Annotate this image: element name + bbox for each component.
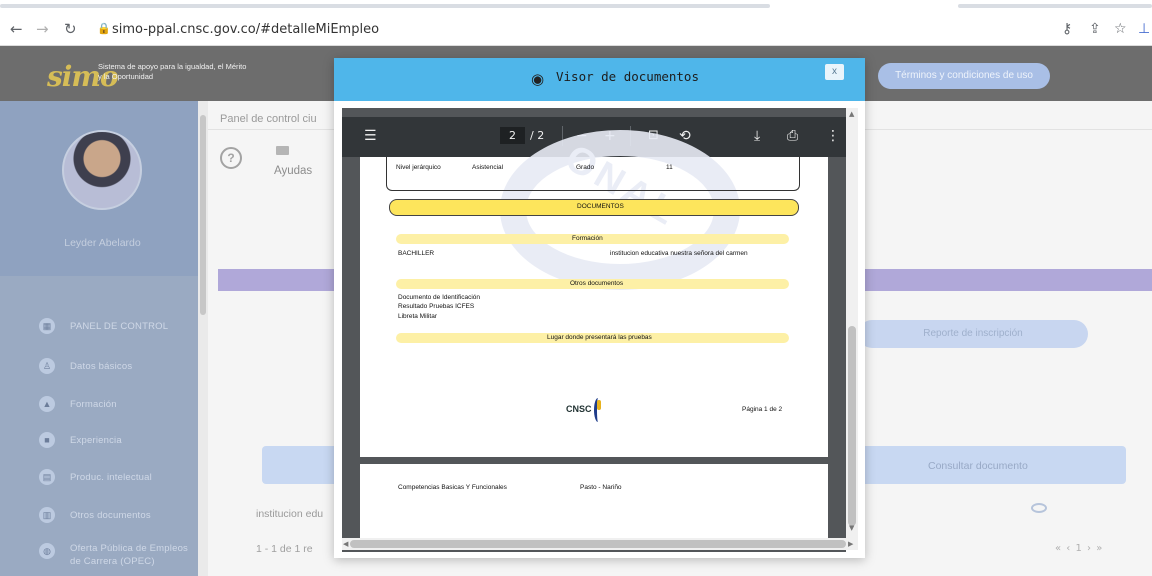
scroll-right-icon[interactable]: ▶ (848, 540, 853, 548)
logo-tagline: Sistema de apoyo para la igualdad, el Mé… (98, 62, 247, 81)
page-total: / 2 (530, 129, 545, 142)
print-icon[interactable]: ⎙ (787, 127, 798, 145)
share-icon[interactable]: ⇪ (1089, 21, 1101, 37)
graduation-icon: ▲ (39, 396, 55, 412)
star-icon[interactable]: ☆ (1114, 21, 1127, 37)
otros-item: Resultado Pruebas ICFES (398, 303, 475, 310)
sidebar-item-label: Datos básicos (70, 361, 133, 372)
close-button[interactable]: x (825, 64, 844, 80)
sidebar-item-label: Otros documentos (70, 510, 151, 521)
formacion-item: BACHILLER (398, 250, 435, 257)
sidebar-item-datos[interactable]: ♙ Datos básicos (0, 353, 202, 381)
sidebar-scrollbar[interactable] (198, 101, 208, 576)
sidebar-item-label: Experiencia (70, 435, 122, 446)
sidebar-item-label: Produc. intelectual (70, 472, 152, 483)
video-icon[interactable] (276, 146, 289, 155)
paging-summary: 1 - 1 de 1 re (256, 543, 313, 555)
cnsc-logo-mark-accent (597, 400, 601, 410)
back-icon[interactable]: ← (10, 20, 23, 38)
scroll-left-icon[interactable]: ◀ (343, 540, 348, 548)
consult-document-header: Consultar documento (928, 460, 1028, 472)
address-bar[interactable]: simo-ppal.cnsc.gov.co/#detalleMiEmpleo (112, 22, 379, 37)
key-icon[interactable]: ⚷ (1062, 21, 1072, 37)
pdf-page (360, 464, 828, 544)
otros-item: Libreta Militar (398, 313, 438, 320)
eye-icon[interactable] (1031, 503, 1047, 513)
page-number-input[interactable]: 2 (500, 127, 525, 144)
report-button[interactable]: Reporte de inscripción (858, 320, 1088, 348)
help-icon[interactable]: ? (220, 147, 242, 169)
avatar[interactable] (62, 130, 142, 210)
grade-box (386, 157, 800, 191)
formacion-institution: institucion educativa nuestra señora del… (610, 250, 748, 257)
lugar-header: Lugar donde presentará las pruebas (547, 334, 652, 341)
sidebar-item-formacion[interactable]: ▲ Formación (0, 391, 202, 419)
modal-title: Visor de documentos (556, 69, 699, 84)
extension-icon[interactable]: ⊥ (1138, 21, 1150, 37)
lugar-value: Pasto - Nariño (580, 484, 622, 491)
nivel-label: Nivel jerárquico (396, 164, 441, 171)
tab-strip (0, 0, 1152, 10)
profile-name: Leyder Abelardo (64, 237, 141, 249)
globe-icon: ◍ (39, 543, 55, 559)
otros-header: Otros documentos (570, 280, 624, 287)
scrollbar-thumb[interactable] (848, 326, 856, 526)
page-footer: Página 1 de 2 (742, 406, 783, 413)
eye-icon: ◉ (531, 70, 545, 88)
competencias-text: Competencias Basicas Y Funcionales (398, 484, 507, 491)
formacion-header: Formación (572, 235, 603, 242)
grado-value: 11 (666, 164, 673, 171)
lock-icon[interactable]: 🔒 (97, 22, 111, 35)
sidebar-item-label: PANEL DE CONTROL (70, 321, 169, 332)
grid-icon: ▦ (39, 318, 55, 334)
pdf-horizontal-scrollbar[interactable]: ◀ ▶ (342, 538, 858, 550)
forward-icon[interactable]: → (36, 20, 49, 38)
sidebar-item-label: Formación (70, 399, 117, 410)
briefcase-icon: ■ (39, 432, 55, 448)
cnsc-logo: CNSC (566, 404, 592, 414)
table-cell-institution: institucion edu (256, 508, 324, 520)
grado-label: Grado (576, 164, 595, 171)
other-tab[interactable] (958, 4, 1152, 8)
otros-item: Documento de Identificación (398, 294, 481, 301)
download-icon[interactable]: ⤓ (754, 127, 760, 145)
menu-icon[interactable]: ☰ (364, 127, 377, 145)
scroll-up-icon[interactable]: ▲ (849, 110, 854, 118)
help-label[interactable]: Ayudas (274, 165, 312, 177)
more-icon[interactable]: ⋮ (826, 127, 840, 145)
people-icon: ♙ (39, 358, 55, 374)
sidebar-item-experiencia[interactable]: ■ Experiencia (0, 427, 202, 455)
pdf-vertical-scrollbar[interactable]: ▲ ▼ (846, 108, 858, 538)
page-title: Panel de control ciu (220, 113, 317, 125)
documents-header-text: DOCUMENTOS (577, 203, 624, 210)
active-tab[interactable] (0, 4, 770, 8)
nivel-value: Asistencial (472, 164, 504, 171)
sidebar-item-otros[interactable]: ▥ Otros documentos (0, 502, 202, 530)
sidebar-item-produc[interactable]: ▤ Produc. intelectual (0, 464, 202, 492)
reload-icon[interactable]: ↻ (64, 20, 77, 38)
sidebar-item-panel[interactable]: ▦ PANEL DE CONTROL (0, 313, 202, 341)
pagination[interactable]: « ‹ 1 › » (1055, 543, 1103, 554)
scrollbar-thumb[interactable] (350, 540, 846, 548)
document-icon: ▥ (39, 507, 55, 523)
terms-button[interactable]: Términos y condiciones de uso (878, 63, 1050, 89)
sidebar-item-opec[interactable]: ◍ Oferta Pública de Empleos de Carrera (… (0, 538, 202, 576)
scroll-down-icon[interactable]: ▼ (849, 524, 854, 532)
sidebar-item-label: Oferta Pública de Empleos de Carrera (OP… (70, 543, 189, 567)
book-icon: ▤ (39, 469, 55, 485)
scrollbar-thumb[interactable] (200, 115, 206, 315)
